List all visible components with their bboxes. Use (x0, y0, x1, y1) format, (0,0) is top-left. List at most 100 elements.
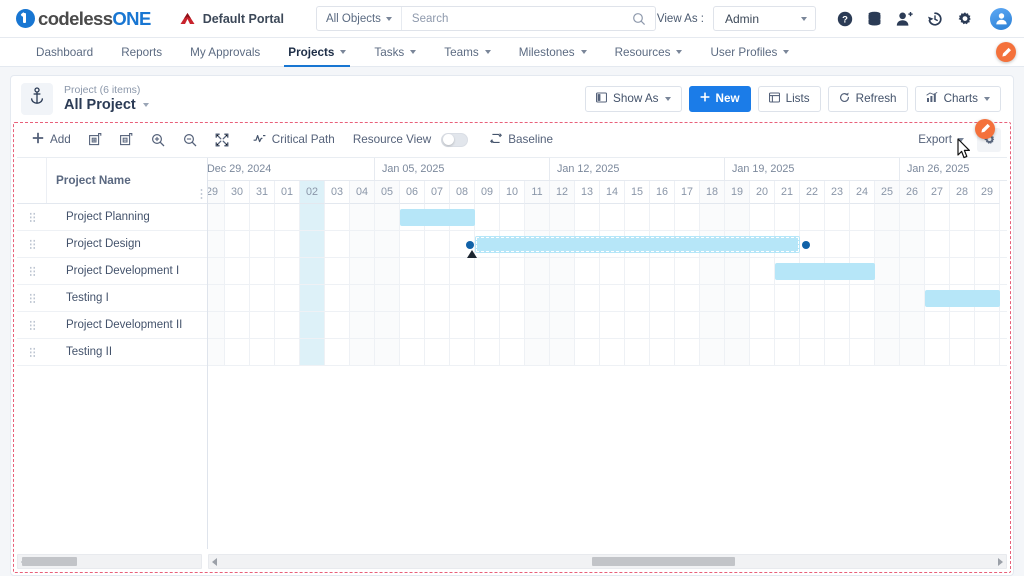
gantt-grid-cell[interactable] (500, 258, 525, 284)
gantt-grid-cell[interactable] (250, 231, 275, 257)
gantt-grid-cell[interactable] (475, 312, 500, 338)
gantt-grid-cell[interactable] (425, 339, 450, 365)
gantt-grid-cell[interactable] (275, 258, 300, 284)
gantt-grid-cell[interactable] (850, 204, 875, 230)
gantt-grid-cell[interactable] (300, 339, 325, 365)
gantt-grid-cell[interactable] (575, 204, 600, 230)
baseline-button[interactable]: Baseline (481, 127, 562, 153)
gantt-grid-cell[interactable] (325, 258, 350, 284)
gantt-grid-cell[interactable] (600, 312, 625, 338)
gantt-grid-cell[interactable] (325, 285, 350, 311)
gantt-grid-cell[interactable] (475, 204, 500, 230)
collapse-all-icon[interactable] (111, 127, 142, 153)
gantt-grid-cell[interactable] (450, 312, 475, 338)
gantt-grid-cell[interactable] (825, 204, 850, 230)
gantt-grid-cell[interactable] (350, 258, 375, 284)
gantt-grid-cell[interactable] (375, 258, 400, 284)
gantt-grid-cell[interactable] (950, 231, 975, 257)
gantt-grid-cell[interactable] (675, 339, 700, 365)
gantt-grid-cell[interactable] (800, 204, 825, 230)
table-row[interactable]: Project Planning (17, 204, 207, 231)
fullscreen-icon[interactable] (206, 127, 238, 153)
gantt-grid-cell[interactable] (275, 285, 300, 311)
gantt-grid-cell[interactable] (450, 285, 475, 311)
column-header-project-name[interactable]: Project Name (47, 174, 131, 187)
gantt-grid-cell[interactable] (750, 312, 775, 338)
gantt-grid-cell[interactable] (208, 339, 225, 365)
table-row[interactable]: Project Design (17, 231, 207, 258)
gantt-grid-cell[interactable] (650, 285, 675, 311)
gantt-grid-cell[interactable] (208, 204, 225, 230)
toolbar-edit-badge[interactable] (975, 119, 995, 139)
gantt-grid-cell[interactable] (925, 204, 950, 230)
gantt-grid-cell[interactable] (875, 285, 900, 311)
nav-edit-badge[interactable] (996, 42, 1016, 62)
gantt-grid-cell[interactable] (375, 204, 400, 230)
nav-item-resources[interactable]: Resources (601, 38, 697, 66)
scrollbar-thumb[interactable] (592, 557, 735, 566)
gantt-grid-cell[interactable] (975, 204, 1000, 230)
database-icon[interactable] (866, 10, 883, 27)
table-row[interactable]: Project Development II (17, 312, 207, 339)
gantt-grid-cell[interactable] (700, 339, 725, 365)
gantt-grid-cell[interactable] (350, 204, 375, 230)
gantt-grid-cell[interactable] (900, 285, 925, 311)
drag-handle-icon[interactable] (17, 293, 47, 304)
gantt-grid-cell[interactable] (325, 339, 350, 365)
gantt-grid-cell[interactable] (350, 339, 375, 365)
gantt-grid-cell[interactable] (208, 258, 225, 284)
gantt-grid-cell[interactable] (900, 339, 925, 365)
gantt-grid-cell[interactable] (625, 258, 650, 284)
scroll-right-arrow-icon[interactable] (998, 558, 1003, 566)
gantt-grid-body[interactable] (208, 204, 1007, 366)
expand-all-icon[interactable] (80, 127, 111, 153)
history-icon[interactable] (926, 10, 943, 27)
gantt-grid-cell[interactable] (350, 231, 375, 257)
scrollbar-thumb[interactable] (22, 557, 77, 566)
gantt-grid-cell[interactable] (300, 258, 325, 284)
gantt-grid-cell[interactable] (425, 285, 450, 311)
drag-handle-icon[interactable] (17, 320, 47, 331)
resource-view-toggle-group[interactable]: Resource View (344, 127, 481, 153)
gantt-grid-cell[interactable] (425, 231, 450, 257)
critical-path-button[interactable]: Critical Path (244, 127, 344, 153)
gantt-grid-cell[interactable] (700, 258, 725, 284)
search-icon[interactable] (632, 12, 646, 26)
gantt-grid-cell[interactable] (875, 312, 900, 338)
gantt-grid-cell[interactable] (500, 285, 525, 311)
gantt-grid-cell[interactable] (650, 204, 675, 230)
edit-pencil-badge[interactable] (996, 42, 1016, 62)
gantt-grid-cell[interactable] (500, 339, 525, 365)
gantt-grid-cell[interactable] (800, 285, 825, 311)
gantt-grid-cell[interactable] (650, 339, 675, 365)
gantt-timeline-pane[interactable]: Dec 29, 2024Jan 05, 2025Jan 12, 2025Jan … (208, 158, 1007, 549)
gantt-bar-end-handle[interactable] (802, 241, 810, 249)
gantt-grid-cell[interactable] (875, 258, 900, 284)
gantt-grid-cell[interactable] (675, 285, 700, 311)
gantt-grid-row[interactable] (208, 312, 1007, 339)
drag-handle-icon[interactable] (17, 212, 47, 223)
gantt-grid-cell[interactable] (750, 285, 775, 311)
gantt-grid-cell[interactable] (208, 231, 225, 257)
gantt-bar[interactable] (400, 209, 475, 226)
gantt-grid-cell[interactable] (850, 312, 875, 338)
page-title[interactable]: All Project (64, 97, 149, 114)
gantt-grid-cell[interactable] (350, 285, 375, 311)
nav-item-my-approvals[interactable]: My Approvals (176, 38, 274, 66)
gantt-grid-cell[interactable] (825, 339, 850, 365)
gantt-grid-cell[interactable] (950, 312, 975, 338)
gantt-grid-cell[interactable] (400, 231, 425, 257)
zoom-out-icon[interactable] (174, 127, 206, 153)
gantt-grid-cell[interactable] (800, 312, 825, 338)
global-search[interactable]: All Objects (316, 6, 656, 31)
gantt-grid-cell[interactable] (725, 204, 750, 230)
gantt-grid-cell[interactable] (225, 258, 250, 284)
gantt-grid-cell[interactable] (600, 339, 625, 365)
scroll-left-arrow-icon[interactable] (212, 558, 217, 566)
gantt-grid-cell[interactable] (250, 339, 275, 365)
drag-handle-icon[interactable] (17, 239, 47, 250)
gantt-grid-cell[interactable] (725, 258, 750, 284)
gantt-grid-cell[interactable] (900, 258, 925, 284)
gantt-grid-cell[interactable] (775, 312, 800, 338)
refresh-button[interactable]: Refresh (828, 86, 908, 112)
